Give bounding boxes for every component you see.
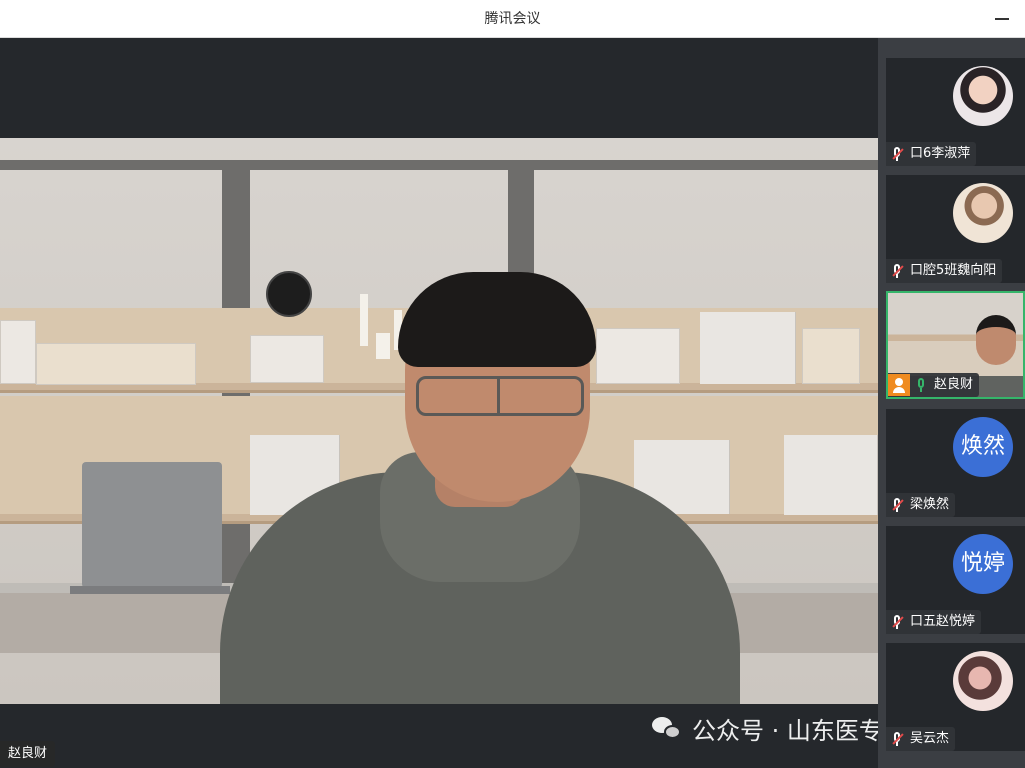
participant-name: 赵良财 xyxy=(934,377,974,392)
participant-name-bar: 吴云杰 xyxy=(886,727,956,751)
speaker-hair xyxy=(398,272,596,367)
participant-name: 口6李淑萍 xyxy=(910,146,971,161)
laptop-base xyxy=(70,586,230,594)
participant-tile[interactable]: 悦婷 口五赵悦婷 xyxy=(886,526,1025,634)
storage-box xyxy=(0,320,36,384)
books xyxy=(784,435,878,515)
title-bar: 腾讯会议 xyxy=(0,0,1025,38)
participant-name: 吴云杰 xyxy=(910,731,950,746)
avatar: 焕然 xyxy=(953,417,1013,477)
participant-name-bar: 口五赵悦婷 xyxy=(886,610,982,634)
participant-name: 口五赵悦婷 xyxy=(910,614,976,629)
participant-name-bar: 赵良财 xyxy=(888,373,980,397)
participant-tile-active[interactable]: 赵良财 xyxy=(886,291,1025,399)
speaker-glasses xyxy=(416,376,584,416)
mic-muted-icon xyxy=(890,146,904,162)
participant-name-bar: 口6李淑萍 xyxy=(886,142,977,166)
speaker-person xyxy=(220,272,740,704)
book-stack xyxy=(36,343,196,385)
avatar: 悦婷 xyxy=(953,534,1013,594)
host-icon xyxy=(888,374,910,396)
main-video-area xyxy=(0,38,878,768)
wechat-icon xyxy=(652,715,682,741)
minimize-icon[interactable] xyxy=(995,18,1009,20)
participant-name: 梁焕然 xyxy=(910,497,950,512)
speaker-video xyxy=(0,138,878,704)
book-stack xyxy=(802,328,860,384)
participant-tile[interactable]: 口6李淑萍 xyxy=(886,58,1025,166)
participant-face xyxy=(976,315,1016,365)
window-title: 腾讯会议 xyxy=(484,11,541,27)
speaker-name-label: 赵良财 xyxy=(0,741,56,767)
mic-muted-icon xyxy=(890,263,904,279)
shelf-rail xyxy=(0,160,878,170)
participant-name-bar: 梁焕然 xyxy=(886,493,956,517)
mic-muted-icon xyxy=(890,497,904,513)
participant-sidebar[interactable]: 口6李淑萍 口腔5班魏向阳 赵良财 焕然 梁焕然 悦婷 口五赵悦婷 吴云杰 xyxy=(878,38,1025,768)
participant-name-bar: 口腔5班魏向阳 xyxy=(886,259,1003,283)
participant-tile[interactable]: 口腔5班魏向阳 xyxy=(886,175,1025,283)
participant-tile[interactable]: 焕然 梁焕然 xyxy=(886,409,1025,517)
laptop xyxy=(82,462,222,588)
avatar xyxy=(953,183,1013,243)
participant-name: 口腔5班魏向阳 xyxy=(910,263,997,278)
avatar xyxy=(953,66,1013,126)
participant-tile[interactable]: 吴云杰 xyxy=(886,643,1025,751)
mic-muted-icon xyxy=(890,614,904,630)
mic-muted-icon xyxy=(890,731,904,747)
avatar xyxy=(953,651,1013,711)
mic-on-icon xyxy=(914,377,928,393)
